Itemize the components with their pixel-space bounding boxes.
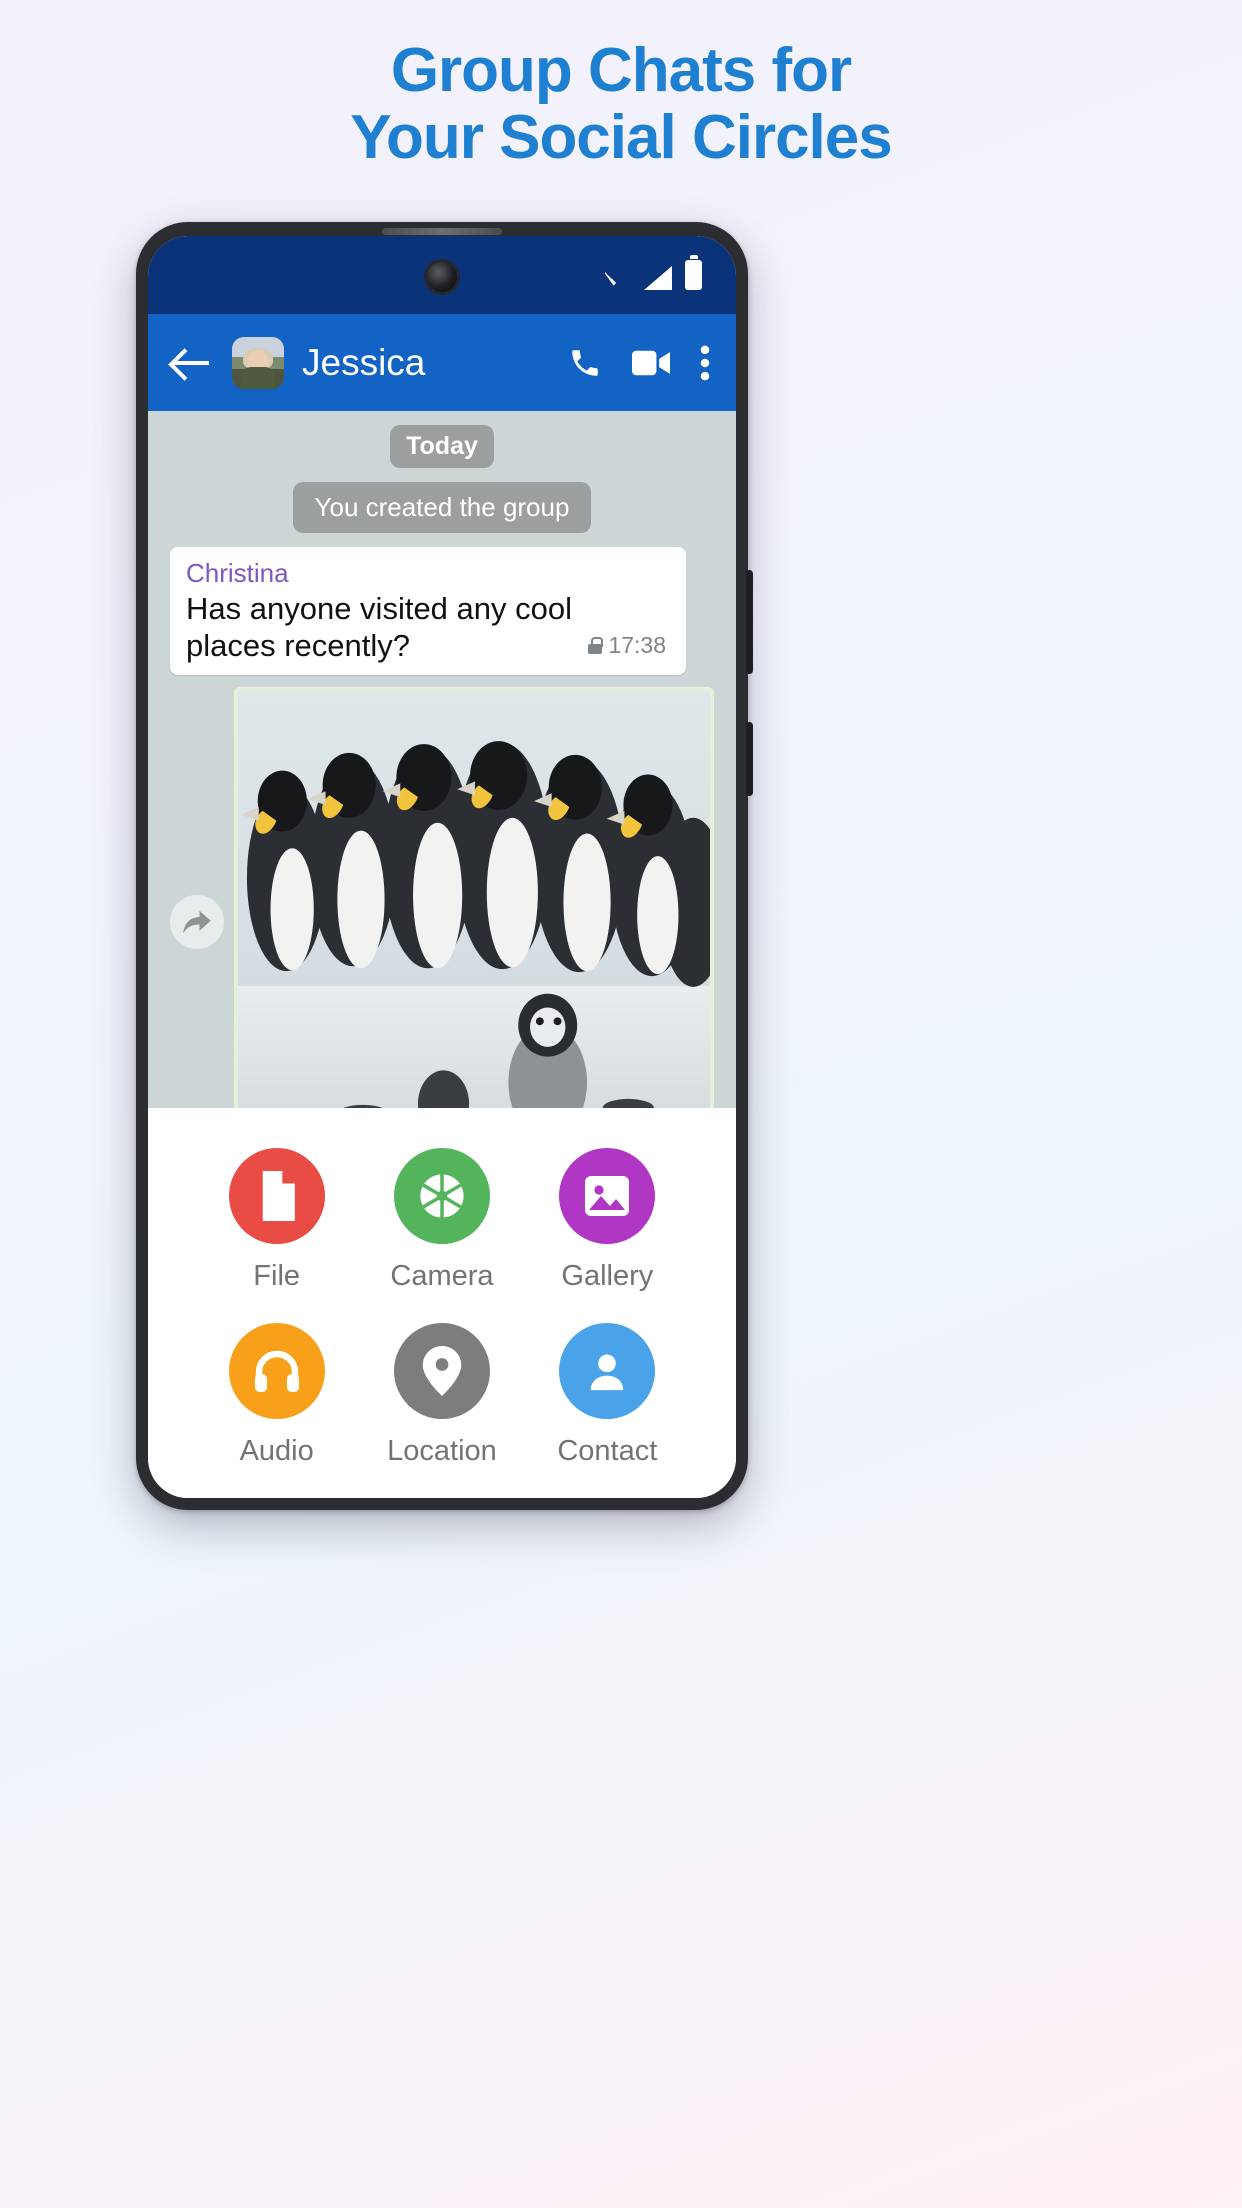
page-title[interactable]: Jessica — [302, 342, 550, 384]
wifi-icon — [601, 268, 631, 290]
page-title: Group Chats for Your Social Circles — [0, 36, 1242, 172]
battery-icon — [685, 260, 702, 290]
attachment-option-contact[interactable]: Contact — [525, 1323, 690, 1468]
signal-icon — [644, 266, 672, 290]
attachment-sheet: File Camera Gallery Audio Location Conta… — [148, 1108, 736, 1498]
attachment-label: Audio — [239, 1435, 314, 1467]
avatar-body — [241, 366, 275, 389]
person-icon — [559, 1323, 656, 1419]
message-body: Has anyone visited any cool places recen… — [186, 590, 573, 664]
gallery-icon — [559, 1148, 656, 1244]
message-row-christina: Christina Has anyone visited any cool pl… — [148, 547, 736, 676]
chat-app-bar: Jessica — [148, 314, 736, 411]
status-bar-icons — [601, 260, 702, 290]
chat-message-list[interactable]: Today You created the group Christina Ha… — [148, 411, 736, 1108]
message-bubble[interactable]: Christina Has anyone visited any cool pl… — [170, 547, 686, 676]
phone-mockup: Jessica Today You created the group Chri… — [136, 222, 753, 1510]
day-divider: Today — [390, 425, 494, 468]
attachment-label: File — [253, 1260, 301, 1292]
attachment-label: Location — [387, 1435, 497, 1467]
message-row-photo: 17:43 — [148, 687, 736, 1108]
camera-icon — [393, 1148, 490, 1244]
phone-screen: Jessica Today You created the group Chri… — [148, 236, 736, 1498]
attachment-option-gallery[interactable]: Gallery — [525, 1148, 690, 1293]
location-pin-icon — [393, 1323, 490, 1419]
message-text: Has anyone visited any cool places recen… — [186, 590, 670, 666]
day-divider-row: Today — [148, 425, 736, 468]
page-title-line-2: Your Social Circles — [350, 102, 893, 172]
phone-call-icon[interactable] — [568, 346, 602, 380]
system-message: You created the group — [292, 482, 592, 533]
overflow-menu-icon[interactable] — [700, 345, 710, 381]
attachment-option-audio[interactable]: Audio — [194, 1323, 359, 1468]
attachment-label: Camera — [390, 1260, 494, 1292]
page-title-line-1: Group Chats for — [390, 36, 852, 105]
headphones-icon — [228, 1323, 325, 1419]
volume-button[interactable] — [746, 570, 753, 674]
attachment-label: Contact — [557, 1435, 658, 1467]
app-bar-actions — [568, 345, 710, 381]
attachment-row-1: File Camera Gallery — [148, 1148, 736, 1293]
attachment-option-location[interactable]: Location — [359, 1323, 524, 1468]
encryption-lock-icon — [588, 636, 604, 654]
avatar[interactable] — [232, 336, 284, 389]
attachment-row-2: Audio Location Contact — [148, 1323, 736, 1468]
power-button[interactable] — [746, 722, 753, 796]
back-arrow-icon[interactable] — [170, 341, 214, 385]
penguin-photo — [238, 691, 710, 1108]
front-camera-punchhole — [427, 262, 457, 292]
file-icon — [228, 1148, 325, 1244]
message-sender: Christina — [186, 558, 289, 588]
system-message-row: You created the group — [148, 482, 736, 533]
forward-icon[interactable] — [170, 895, 224, 950]
video-call-icon[interactable] — [632, 348, 670, 378]
message-time: 17:38 — [608, 632, 666, 659]
status-bar — [148, 236, 736, 314]
photo-attachment[interactable]: 17:43 — [234, 687, 714, 1108]
attachment-option-camera[interactable]: Camera — [359, 1148, 524, 1293]
message-meta: 17:38 — [588, 631, 666, 659]
attachment-option-file[interactable]: File — [194, 1148, 359, 1293]
attachment-label: Gallery — [561, 1260, 654, 1292]
